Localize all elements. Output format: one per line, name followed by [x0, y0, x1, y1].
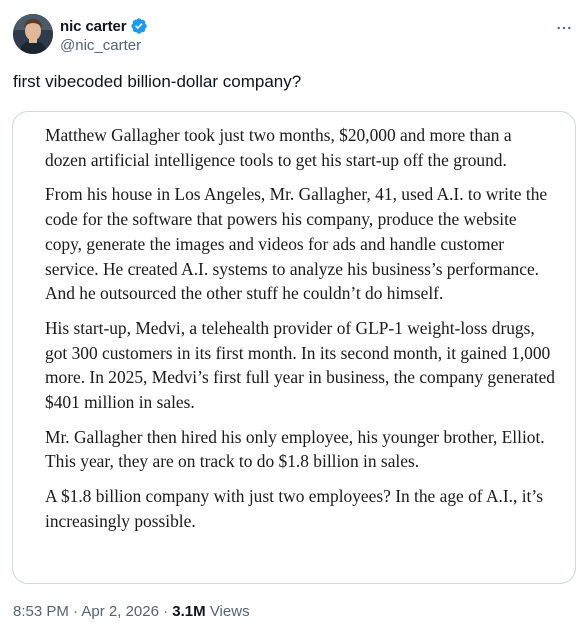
- author-handle[interactable]: @nic_carter: [60, 37, 148, 54]
- article-paragraph: From his house in Los Angeles, Mr. Galla…: [45, 184, 548, 304]
- article-excerpt: Matthew Gallagher took just two months, …: [45, 123, 555, 544]
- attached-image[interactable]: Matthew Gallagher took just two months, …: [12, 111, 576, 584]
- separator: ·: [158, 603, 173, 620]
- article-paragraph: Matthew Gallagher took just two months, …: [45, 125, 512, 170]
- tweet-metadata: 8:53 PM · Apr 2, 2026 · 3.1M Views: [13, 603, 250, 620]
- timestamp-time[interactable]: 8:53 PM: [13, 603, 69, 620]
- display-name-row: nic carter: [60, 16, 148, 36]
- author-display-name[interactable]: nic carter: [60, 18, 127, 35]
- more-horizontal-icon[interactable]: [554, 18, 574, 38]
- article-paragraph: A $1.8 billion company with just two emp…: [45, 486, 543, 531]
- timestamp-date[interactable]: Apr 2, 2026: [81, 603, 159, 620]
- article-paragraph: Mr. Gallagher then hired his only employ…: [45, 426, 545, 472]
- views-count: 3.1M: [172, 603, 206, 620]
- tweet-text: first vibecoded billion-dollar company?: [13, 72, 302, 91]
- author-names: nic carter @nic_carter: [60, 16, 148, 54]
- avatar[interactable]: [13, 14, 53, 54]
- verified-badge-icon: [130, 17, 148, 35]
- article-paragraph: His start-up, Medvi, a telehealth provid…: [45, 317, 556, 413]
- separator: ·: [68, 603, 82, 620]
- tweet-header: nic carter @nic_carter: [13, 14, 574, 58]
- views-label: Views: [205, 603, 250, 620]
